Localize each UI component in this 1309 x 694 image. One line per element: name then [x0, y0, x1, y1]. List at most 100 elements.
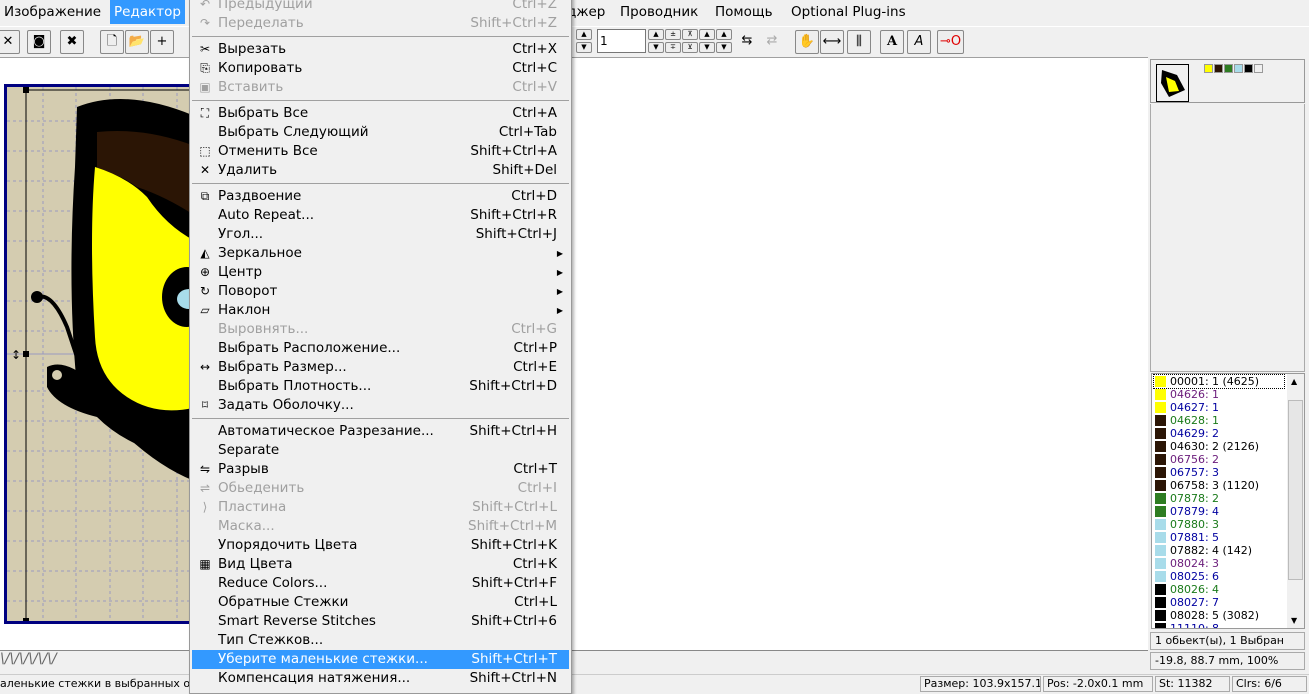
- object-up-icon[interactable]: ▲: [716, 29, 732, 40]
- menu-item-smart-reverse-stitches[interactable]: Smart Reverse Stitches Shift+Ctrl+6: [192, 612, 569, 631]
- color-list-item[interactable]: 07879: 4: [1154, 505, 1284, 518]
- menu-item-угол[interactable]: Угол... Shift+Ctrl+J: [192, 225, 569, 244]
- menu-item-автоматическое-разрезание[interactable]: Автоматическое Разрезание... Shift+Ctrl+H: [192, 422, 569, 441]
- menu-item-раздвоение[interactable]: ⧉ Раздвоение Ctrl+D: [192, 187, 569, 206]
- menu-item-separate[interactable]: Separate: [192, 441, 569, 460]
- color-down-icon[interactable]: ▼: [699, 42, 715, 53]
- color-list-item[interactable]: 07878: 2: [1154, 492, 1284, 505]
- menu-item-выбрать-все[interactable]: ⛶ Выбрать Все Ctrl+A: [192, 104, 569, 123]
- menu-item-вид-цвета[interactable]: ▦ Вид Цвета Ctrl+K: [192, 555, 569, 574]
- jump-up-icon[interactable]: ±: [665, 29, 681, 40]
- open-file-icon[interactable]: 📂: [125, 30, 149, 54]
- color-list[interactable]: 00001: 1 (4625) 04626: 1 04627: 1 04628: 1 04629…: [1151, 373, 1305, 629]
- color-list-item[interactable]: 08026: 4: [1154, 583, 1284, 596]
- top-icon[interactable]: ⊼: [682, 29, 698, 40]
- new-file-icon[interactable]: 🗋: [100, 30, 124, 54]
- menu-item-удалить[interactable]: ✕ Удалить Shift+Del: [192, 161, 569, 180]
- menu-item-вырезать[interactable]: ✂ Вырезать Ctrl+X: [192, 40, 569, 59]
- jump-down-icon[interactable]: ∓: [665, 42, 681, 53]
- add-file-icon[interactable]: +: [150, 30, 174, 54]
- color-order: 6: [1212, 570, 1219, 583]
- text-edit-tool-icon[interactable]: A: [907, 30, 931, 54]
- palette-swatch[interactable]: [1224, 64, 1233, 73]
- menu-item-компенсация-натяжения[interactable]: Компенсация натяжения... Shift+Ctrl+N: [192, 669, 569, 688]
- menu-plugins[interactable]: Optional Plug-ins: [787, 3, 910, 23]
- menu-item-задать-оболочку[interactable]: ⌑ Задать Оболочку...: [192, 396, 569, 415]
- menu-item-label: Зеркальное: [218, 245, 302, 261]
- menu-item-уберите-маленькие-стежки[interactable]: Уберите маленькие стежки... Shift+Ctrl+T: [192, 650, 569, 669]
- menu-item-отменить-все[interactable]: ⬚ Отменить Все Shift+Ctrl+A: [192, 142, 569, 161]
- key-icon[interactable]: ⊸O: [937, 30, 964, 54]
- color-list-item[interactable]: 11110: 8: [1154, 622, 1284, 628]
- color-order: 1: [1212, 414, 1219, 427]
- bottom-icon[interactable]: ⊻: [682, 42, 698, 53]
- color-list-item[interactable]: 04627: 1: [1154, 401, 1284, 414]
- design-thumbnail[interactable]: [1156, 64, 1189, 102]
- palette-swatch[interactable]: [1204, 64, 1213, 73]
- menu-item-выбрать-расположение[interactable]: Выбрать Расположение... Ctrl+P: [192, 339, 569, 358]
- menu-item-shortcut: Shift+Ctrl+D: [469, 378, 557, 394]
- status-stitches: St: 11382: [1155, 676, 1230, 692]
- scrollbar-thumb[interactable]: [1288, 400, 1303, 580]
- color-list-item[interactable]: 04628: 1: [1154, 414, 1284, 427]
- tool-pattern-icon[interactable]: ✖: [60, 30, 84, 54]
- text-tool-icon[interactable]: A: [880, 30, 904, 54]
- menu-item-упорядочить-цвета[interactable]: Упорядочить Цвета Shift+Ctrl+K: [192, 536, 569, 555]
- menu-image[interactable]: Изображение: [0, 3, 105, 23]
- color-list-scrollbar[interactable]: ▲ ▼: [1287, 374, 1304, 628]
- color-list-item[interactable]: 08024: 3: [1154, 557, 1284, 570]
- color-list-item[interactable]: 07881: 5: [1154, 531, 1284, 544]
- palette-swatch[interactable]: [1254, 64, 1263, 73]
- scroll-up-icon[interactable]: ▲: [1291, 377, 1297, 386]
- color-list-item[interactable]: 07880: 3: [1154, 518, 1284, 531]
- break-tool-icon[interactable]: ⇆: [735, 30, 759, 54]
- color-list-item[interactable]: 06756: 2: [1154, 453, 1284, 466]
- color-list-item[interactable]: 08028: 5 (3082): [1154, 609, 1284, 622]
- menu-item-тип-стежков[interactable]: Тип Стежков...: [192, 631, 569, 650]
- menu-item-поворот[interactable]: ↻ Поворот ▶: [192, 282, 569, 301]
- menu-item-обратные-стежки[interactable]: Обратные Стежки Ctrl+L: [192, 593, 569, 612]
- menu-explorer[interactable]: Проводник: [616, 3, 702, 23]
- color-list-item[interactable]: 08025: 6: [1154, 570, 1284, 583]
- menu-item-выбрать-плотность[interactable]: Выбрать Плотность... Shift+Ctrl+D: [192, 377, 569, 396]
- scroll-down-icon[interactable]: ▼: [1291, 616, 1297, 625]
- color-list-item[interactable]: 08027: 7: [1154, 596, 1284, 609]
- palette-swatch[interactable]: [1244, 64, 1253, 73]
- menu-item-reduce-colors[interactable]: Reduce Colors... Shift+Ctrl+F: [192, 574, 569, 593]
- menu-item-разрыв[interactable]: ⇋ Разрыв Ctrl+T: [192, 460, 569, 479]
- color-up-icon[interactable]: ▲: [699, 29, 715, 40]
- last-icon[interactable]: ▼: [576, 42, 592, 53]
- color-list-item[interactable]: 04626: 1: [1154, 388, 1284, 401]
- stitch-number-input[interactable]: [597, 29, 646, 53]
- palette-swatch[interactable]: [1214, 64, 1223, 73]
- first-icon[interactable]: ▲: [576, 29, 592, 40]
- design-workspace[interactable]: ↕: [0, 57, 1148, 650]
- menu-item-auto-repeat[interactable]: Auto Repeat... Shift+Ctrl+R: [192, 206, 569, 225]
- menu-item-наклон[interactable]: ▱ Наклон ▶: [192, 301, 569, 320]
- menu-item-label: Выбрать Плотность...: [218, 378, 372, 394]
- menu-item-зеркальное[interactable]: ◭ Зеркальное ▶: [192, 244, 569, 263]
- object-down-icon[interactable]: ▼: [716, 42, 732, 53]
- color-list-item[interactable]: 06757: 3: [1154, 466, 1284, 479]
- design-canvas[interactable]: ↕: [4, 84, 194, 624]
- color-list-item[interactable]: 04630: 2 (2126): [1154, 440, 1284, 453]
- tool-stitch-icon[interactable]: ✕: [0, 30, 20, 54]
- tool-camera-icon[interactable]: ◙: [27, 30, 51, 54]
- width-tool-icon[interactable]: ⟷: [820, 30, 844, 54]
- color-list-item[interactable]: 06758: 3 (1120): [1154, 479, 1284, 492]
- menu-help[interactable]: Помощь: [711, 3, 777, 23]
- menu-item-label: Автоматическое Разрезание...: [218, 423, 434, 439]
- menu-editor[interactable]: Редактор: [110, 0, 185, 24]
- color-list-item[interactable]: 07882: 4 (142): [1154, 544, 1284, 557]
- color-list-item[interactable]: 04629: 2: [1154, 427, 1284, 440]
- palette-swatch[interactable]: [1234, 64, 1243, 73]
- step-down-icon[interactable]: ▼: [648, 42, 664, 53]
- density-tool-icon[interactable]: ✋: [795, 30, 819, 54]
- color-list-item[interactable]: 00001: 1 (4625): [1153, 374, 1285, 389]
- menu-item-выбрать-следующий[interactable]: Выбрать Следующий Ctrl+Tab: [192, 123, 569, 142]
- menu-item-центр[interactable]: ⊕ Центр ▶: [192, 263, 569, 282]
- menu-item-выбрать-размер[interactable]: ↔ Выбрать Размер... Ctrl+E: [192, 358, 569, 377]
- step-up-icon[interactable]: ▲: [648, 29, 664, 40]
- menu-item-копировать[interactable]: ⎘ Копировать Ctrl+C: [192, 59, 569, 78]
- columns-tool-icon[interactable]: ⫼: [847, 30, 871, 54]
